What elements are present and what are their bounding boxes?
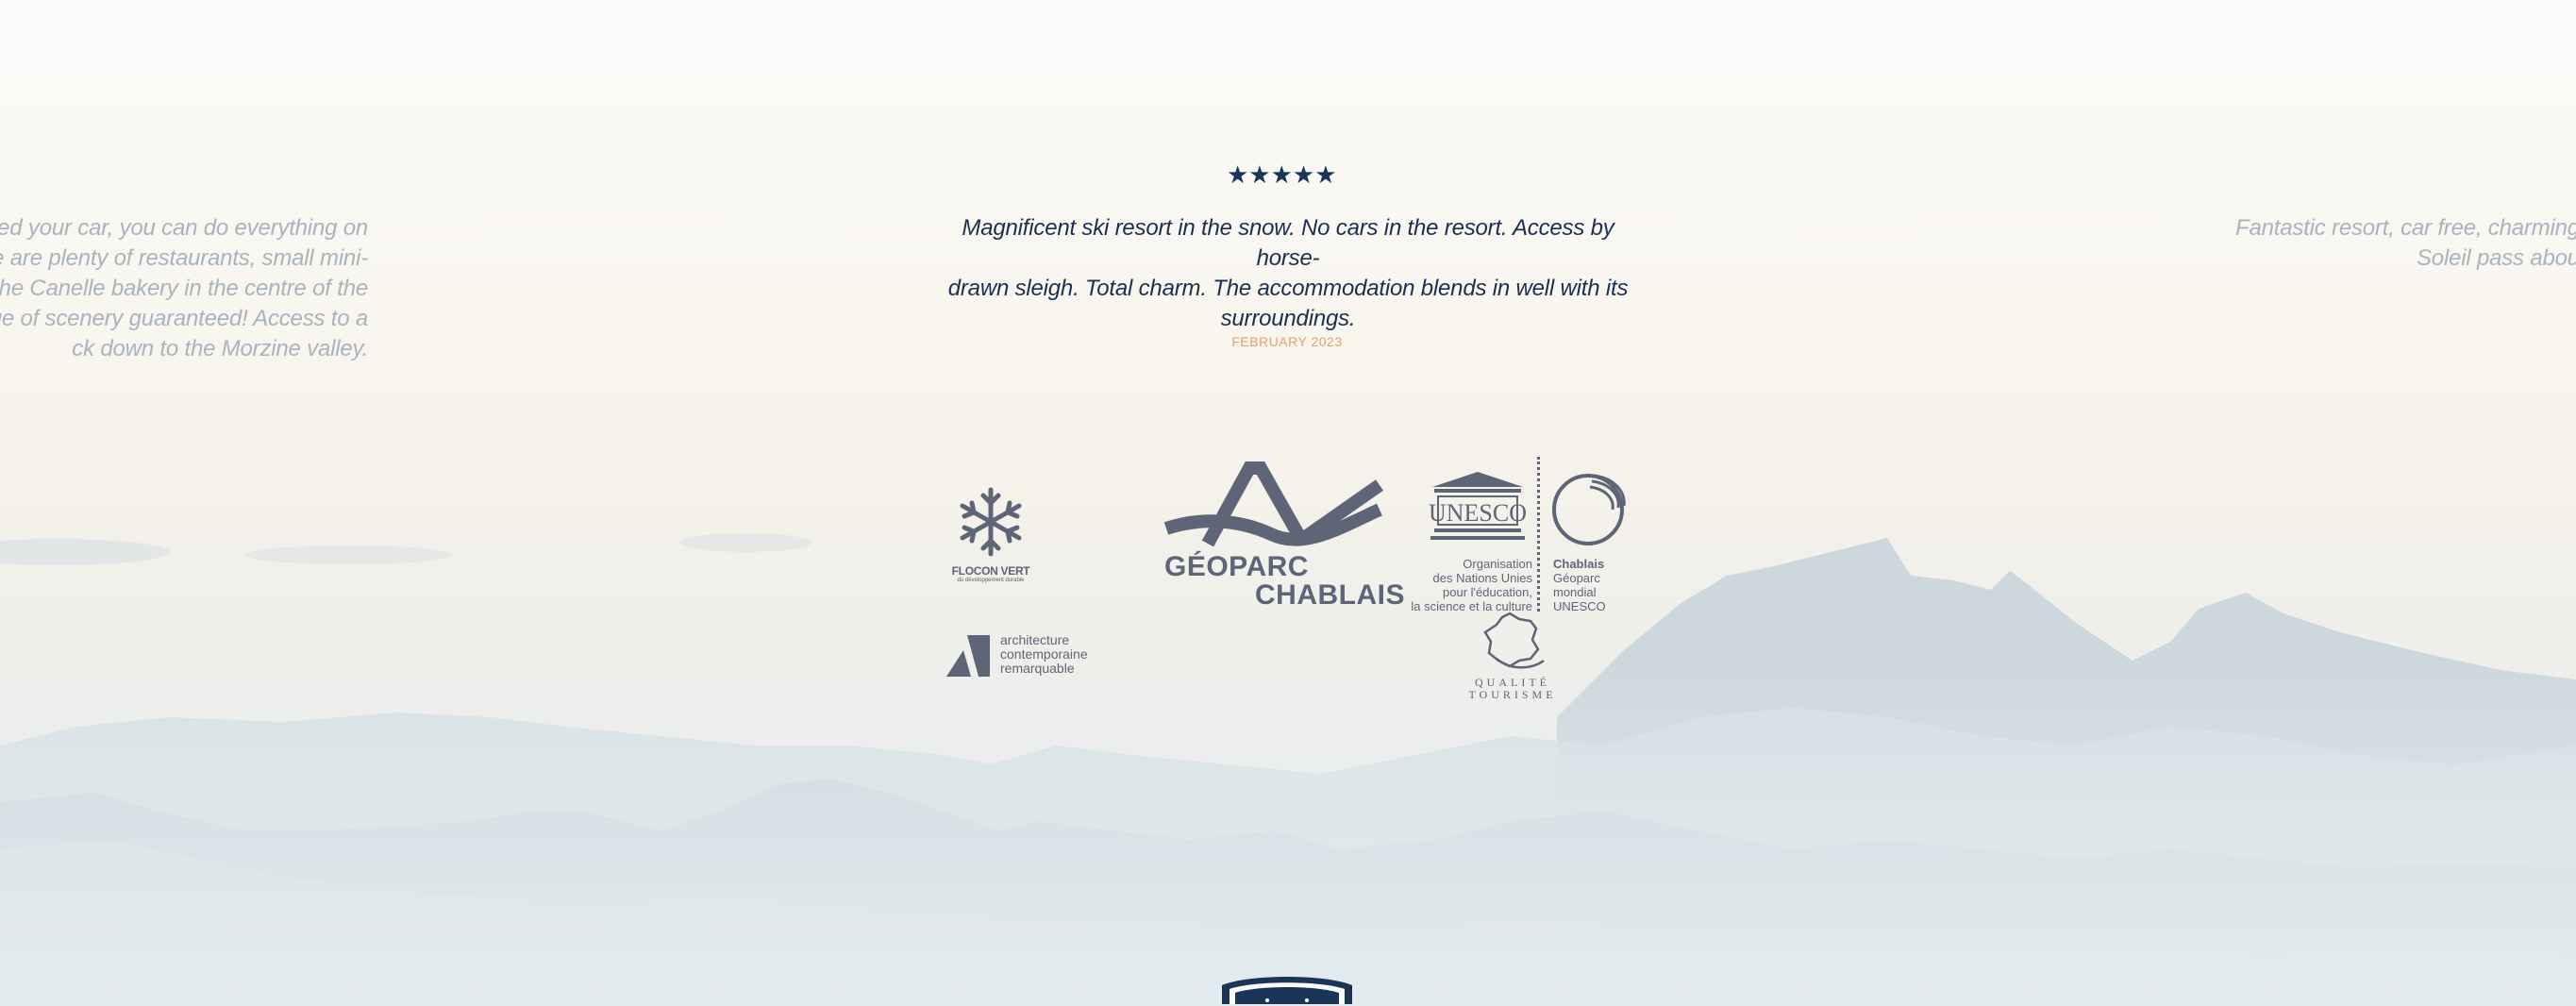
main-review-line: drawn sleigh. Total charm. The accommoda… xyxy=(947,276,1629,301)
flocon-vert-title: FLOCON VERT xyxy=(951,564,1030,578)
geoparc-globe-icon xyxy=(1552,474,1626,545)
resort-crest-icon xyxy=(1222,977,1352,1004)
architecture-line: contemporaine xyxy=(1000,646,1088,662)
chablais-geoparc-text: Chablais Géoparc mondial UNESCO xyxy=(1553,557,1632,613)
architecture-contemporaine-logo: architecture contemporaine remarquable xyxy=(946,633,1107,680)
flocon-vert-logo: FLOCON VERT du développement durable xyxy=(948,486,1033,585)
chablais-line: Géoparc xyxy=(1553,571,1600,585)
previous-review-line: ge of scenery guaranteed! Access to a xyxy=(0,306,368,331)
unesco-logo: UNESCO Organisation des Nations Unies po… xyxy=(1406,457,1632,617)
previous-review-line: the Canelle bakery in the centre of the xyxy=(0,276,368,301)
main-review-text: Magnificent ski resort in the snow. No c… xyxy=(929,213,1647,334)
previous-review-text: ked your car, you can do everything on r… xyxy=(0,213,368,364)
next-review-line: Soleil pass about 6 xyxy=(2416,245,2576,271)
unesco-temple-icon: UNESCO xyxy=(1429,472,1527,540)
review-date: FEBRUARY 2023 xyxy=(1231,334,1343,349)
previous-review-line: ked your car, you can do everything on xyxy=(0,215,368,241)
unesco-org-text: Organisation des Nations Unies pour l'éd… xyxy=(1406,557,1532,613)
previous-review-line: re are plenty of restaurants, small mini… xyxy=(0,245,368,271)
unesco-org-line: pour l'éducation, xyxy=(1443,585,1532,599)
rating-stars: ★★★★★ xyxy=(1227,160,1337,189)
chablais-line: UNESCO xyxy=(1553,599,1606,613)
flocon-vert-subtitle: du développement durable xyxy=(957,578,1025,583)
unesco-wordmark: UNESCO xyxy=(1429,499,1527,527)
qualite-tourisme-logo: QUALITÉ TOURISME xyxy=(1461,612,1564,702)
main-review-line: surroundings. xyxy=(1220,306,1356,331)
chablais-title: CHABLAIS xyxy=(1255,579,1405,611)
unesco-org-line: des Nations Unies xyxy=(1432,571,1533,585)
architecture-a-icon xyxy=(946,635,990,677)
unesco-org-line: Organisation xyxy=(1463,557,1532,571)
previous-review-line: ck down to the Morzine valley. xyxy=(72,336,368,361)
snowflake-icon xyxy=(960,487,1022,557)
next-review-text: Fantastic resort, car free, charming, e … xyxy=(2208,213,2576,274)
geoparc-chablais-logo: GÉOPARC CHABLAIS xyxy=(1163,461,1405,612)
architecture-line: remarquable xyxy=(1000,661,1075,676)
architecture-line: architecture xyxy=(1000,632,1070,647)
chablais-line: Chablais xyxy=(1553,557,1605,571)
geoparc-mountain-icon xyxy=(1163,461,1384,547)
france-map-icon xyxy=(1483,612,1545,669)
chablais-line: mondial xyxy=(1553,585,1597,599)
unesco-divider xyxy=(1537,457,1540,612)
geoparc-title: GÉOPARC xyxy=(1164,551,1309,582)
main-review-line: Magnificent ski resort in the snow. No c… xyxy=(962,215,1614,271)
next-review-line: Fantastic resort, car free, charming, e xyxy=(2234,215,2576,241)
tourisme-word: TOURISME xyxy=(1468,688,1557,701)
